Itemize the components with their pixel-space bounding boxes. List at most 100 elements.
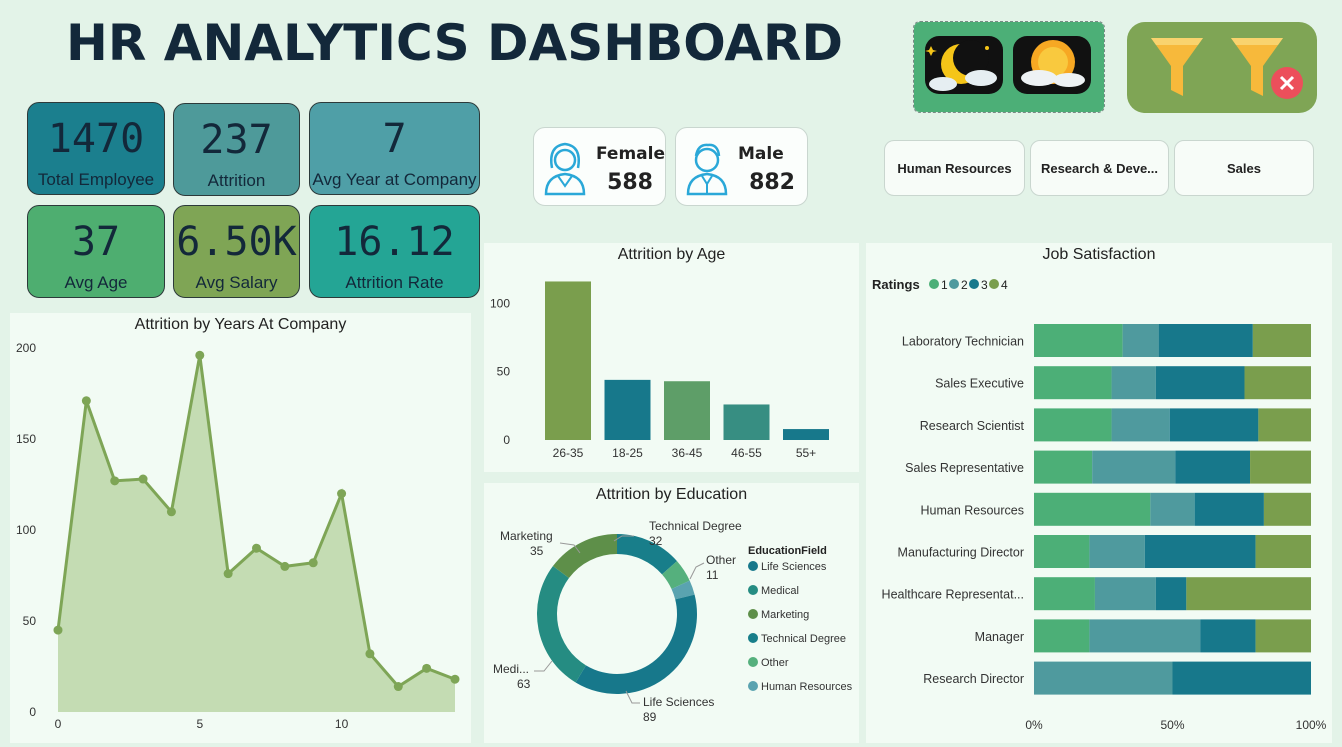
y-tick-label: 0: [503, 433, 510, 447]
legend-label: 3: [981, 278, 988, 292]
x-tick-label: 55+: [796, 446, 816, 460]
donut-slice: [617, 534, 678, 575]
bar-segment: [1258, 408, 1311, 442]
y-tick-label: Research Director: [923, 672, 1024, 686]
slicer-human-resources[interactable]: Human Resources: [884, 140, 1025, 196]
kpi-label: Attrition: [207, 171, 266, 190]
filter-icon[interactable]: [1147, 34, 1207, 100]
area-fill: [58, 355, 455, 712]
data-point: [280, 561, 290, 571]
legend-marker: [748, 585, 758, 595]
bar-segment: [1034, 492, 1151, 526]
legend-title: EducationField: [748, 545, 827, 557]
slice-label: Life Sciences: [643, 695, 714, 709]
bar-segment: [1186, 577, 1311, 611]
data-point: [252, 543, 261, 553]
legend-label: Technical Degree: [761, 633, 846, 645]
y-tick-label: 200: [16, 341, 36, 355]
slice-label: Medi...: [493, 662, 529, 676]
bar-segment: [1089, 535, 1145, 568]
male-avatar-icon: [686, 143, 728, 196]
x-tick-label: 18-25: [612, 446, 643, 460]
data-point: [138, 474, 148, 484]
clear-filter-icon[interactable]: [1227, 34, 1307, 104]
bar: [783, 429, 829, 440]
kpi-label: Avg Age: [64, 273, 128, 292]
legend-marker: [748, 657, 758, 667]
y-tick-label: Manufacturing Director: [898, 546, 1024, 560]
data-point: [393, 682, 403, 692]
bar-segment: [1034, 366, 1112, 400]
bar-segment: [1250, 450, 1311, 484]
kpi-label: Avg Salary: [195, 273, 278, 292]
night-mode-icon[interactable]: [925, 36, 1003, 94]
bar-segment: [1034, 324, 1123, 357]
jobsat-chart-panel: Job Satisfaction Ratings 1 2 3 4 Laboratory T…: [866, 243, 1332, 743]
y-tick-label: 0: [29, 705, 36, 719]
legend-marker: [969, 279, 979, 289]
data-point: [337, 489, 347, 499]
theme-toggle-group: [913, 21, 1105, 113]
slicer-research-development[interactable]: Research & Deve...: [1030, 140, 1169, 196]
legend-label: Marketing: [761, 609, 809, 621]
slicer-sales[interactable]: Sales: [1174, 140, 1314, 196]
bar-segment: [1252, 324, 1311, 357]
bar-segment: [1158, 324, 1253, 357]
y-tick-label: 50: [497, 365, 511, 379]
bar: [545, 281, 591, 440]
donut-slice: [575, 594, 697, 694]
female-card[interactable]: Female 588: [533, 127, 666, 206]
slice-value: 35: [530, 544, 544, 558]
slice-value: 89: [643, 710, 657, 724]
bar-segment: [1034, 619, 1090, 653]
age-chart-panel: Attrition by Age 0 50 100 26-35 18-25 36-45 46…: [484, 243, 859, 472]
education-chart-panel: Attrition by Education Technical Degree 3…: [484, 483, 859, 743]
y-tick-label: Research Scientist: [920, 419, 1025, 433]
kpi-avg-year: 7 Avg Year at Company: [309, 102, 480, 195]
day-mode-icon[interactable]: [1013, 36, 1091, 94]
data-point: [223, 569, 233, 579]
kpi-value: 237: [200, 117, 273, 163]
male-count: 882: [749, 170, 795, 195]
page-title: HR ANALYTICS DASHBOARD: [66, 14, 844, 72]
y-tick-label: 150: [16, 432, 36, 446]
age-bar-chart: 0 50 100 26-35 18-25 36-45 46-55 55+: [490, 281, 829, 460]
bar-segment: [1194, 492, 1264, 526]
data-point: [195, 350, 205, 360]
data-point: [110, 476, 120, 486]
female-avatar-icon: [544, 142, 586, 196]
bar-segment: [1200, 619, 1256, 653]
bar-segment: [1092, 450, 1176, 484]
kpi-label: Total Employee: [37, 170, 155, 189]
slice-value: 63: [517, 677, 531, 691]
legend-marker: [929, 279, 939, 289]
bar-segment: [1144, 535, 1256, 568]
y-tick-label: 100: [16, 523, 36, 537]
legend-label: Human Resources: [761, 681, 853, 693]
legend-marker: [989, 279, 999, 289]
bar-segment: [1263, 492, 1311, 526]
age-chart-title: Attrition by Age: [617, 246, 726, 263]
male-card[interactable]: Male 882: [675, 127, 808, 206]
y-tick-label: 50: [23, 614, 37, 628]
y-tick-label: Laboratory Technician: [902, 335, 1024, 349]
leader-line: [534, 660, 553, 672]
kpi-total-employee: 1470 Total Employee: [27, 102, 165, 195]
y-tick-label: 100: [490, 296, 510, 310]
bar-segment: [1122, 324, 1159, 357]
kpi-value: 6.50K: [176, 219, 297, 265]
bar-segment: [1175, 450, 1251, 484]
bar-segment: [1255, 535, 1311, 568]
filter-button-group: [1127, 22, 1317, 113]
kpi-avg-age: 37 Avg Age: [27, 205, 165, 298]
bar: [664, 381, 710, 440]
bar: [604, 379, 651, 440]
legend-marker: [748, 609, 758, 619]
kpi-value: 1470: [47, 116, 145, 162]
education-chart-title: Attrition by Education: [595, 486, 748, 503]
x-tick-label: 36-45: [672, 446, 703, 460]
female-count: 588: [607, 170, 653, 195]
slice-value: 11: [706, 568, 719, 582]
slice-label: Marketing: [500, 529, 553, 543]
education-donut-chart: Technical Degree32Other11Marketing35Medi…: [493, 519, 853, 724]
